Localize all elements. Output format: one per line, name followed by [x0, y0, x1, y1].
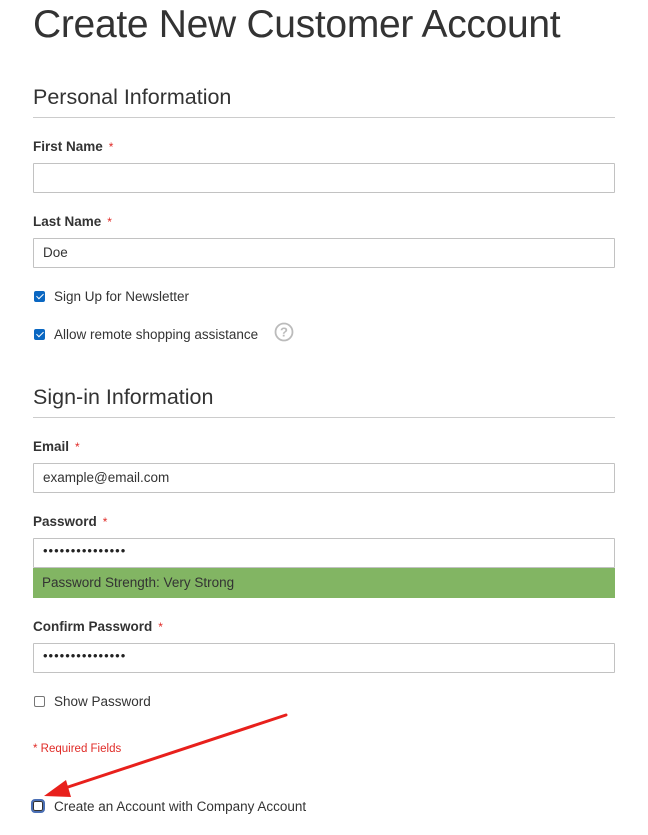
confirm-password-input[interactable]: •••••••••••••••: [33, 643, 615, 673]
required-asterisk: *: [108, 140, 114, 154]
required-asterisk: *: [158, 620, 163, 634]
newsletter-label: Sign Up for Newsletter: [54, 289, 190, 304]
company-account-label: Create an Account with Company Account: [54, 799, 307, 814]
confirm-password-label-text: Confirm Password: [33, 619, 153, 634]
email-value: example@email.com: [43, 470, 170, 485]
email-label-text: Email: [33, 439, 70, 454]
first-name-label: First Name *: [33, 138, 113, 156]
required-asterisk: *: [107, 215, 112, 229]
section-title-signin: Sign-in Information: [33, 385, 214, 409]
password-label: Password *: [33, 513, 107, 531]
newsletter-checkbox[interactable]: [34, 291, 45, 302]
last-name-label-text: Last Name: [33, 214, 102, 229]
section-divider: [33, 117, 615, 118]
confirm-password-label: Confirm Password *: [33, 618, 163, 636]
email-label: Email *: [33, 438, 80, 456]
last-name-input[interactable]: Doe: [33, 238, 615, 268]
password-input[interactable]: •••••••••••••••: [33, 538, 615, 568]
password-label-text: Password: [33, 514, 97, 529]
question-circle-icon[interactable]: ?: [274, 322, 294, 342]
first-name-input[interactable]: [33, 163, 615, 193]
show-password-label: Show Password: [54, 694, 151, 709]
password-strength-meter: Password Strength: Very Strong: [33, 568, 615, 598]
last-name-value: Doe: [43, 245, 68, 260]
remote-assistance-label: Allow remote shopping assistance: [54, 327, 259, 342]
password-value: •••••••••••••••: [43, 543, 127, 558]
svg-text:?: ?: [280, 325, 288, 340]
company-account-checkbox[interactable]: [31, 799, 45, 813]
section-divider: [33, 417, 615, 418]
password-strength-text: Password Strength: Very Strong: [42, 575, 235, 590]
remote-assistance-checkbox[interactable]: [34, 329, 45, 340]
email-input[interactable]: example@email.com: [33, 463, 615, 493]
first-name-label-text: First Name: [33, 139, 103, 154]
last-name-label: Last Name *: [33, 213, 112, 231]
confirm-password-value: •••••••••••••••: [43, 648, 127, 663]
show-password-checkbox[interactable]: [34, 696, 45, 707]
required-fields-note: * Required Fields: [33, 743, 122, 755]
required-asterisk: *: [75, 440, 80, 454]
page-title: Create New Customer Account: [33, 3, 561, 46]
section-title-personal: Personal Information: [33, 85, 232, 109]
required-asterisk: *: [102, 515, 108, 529]
